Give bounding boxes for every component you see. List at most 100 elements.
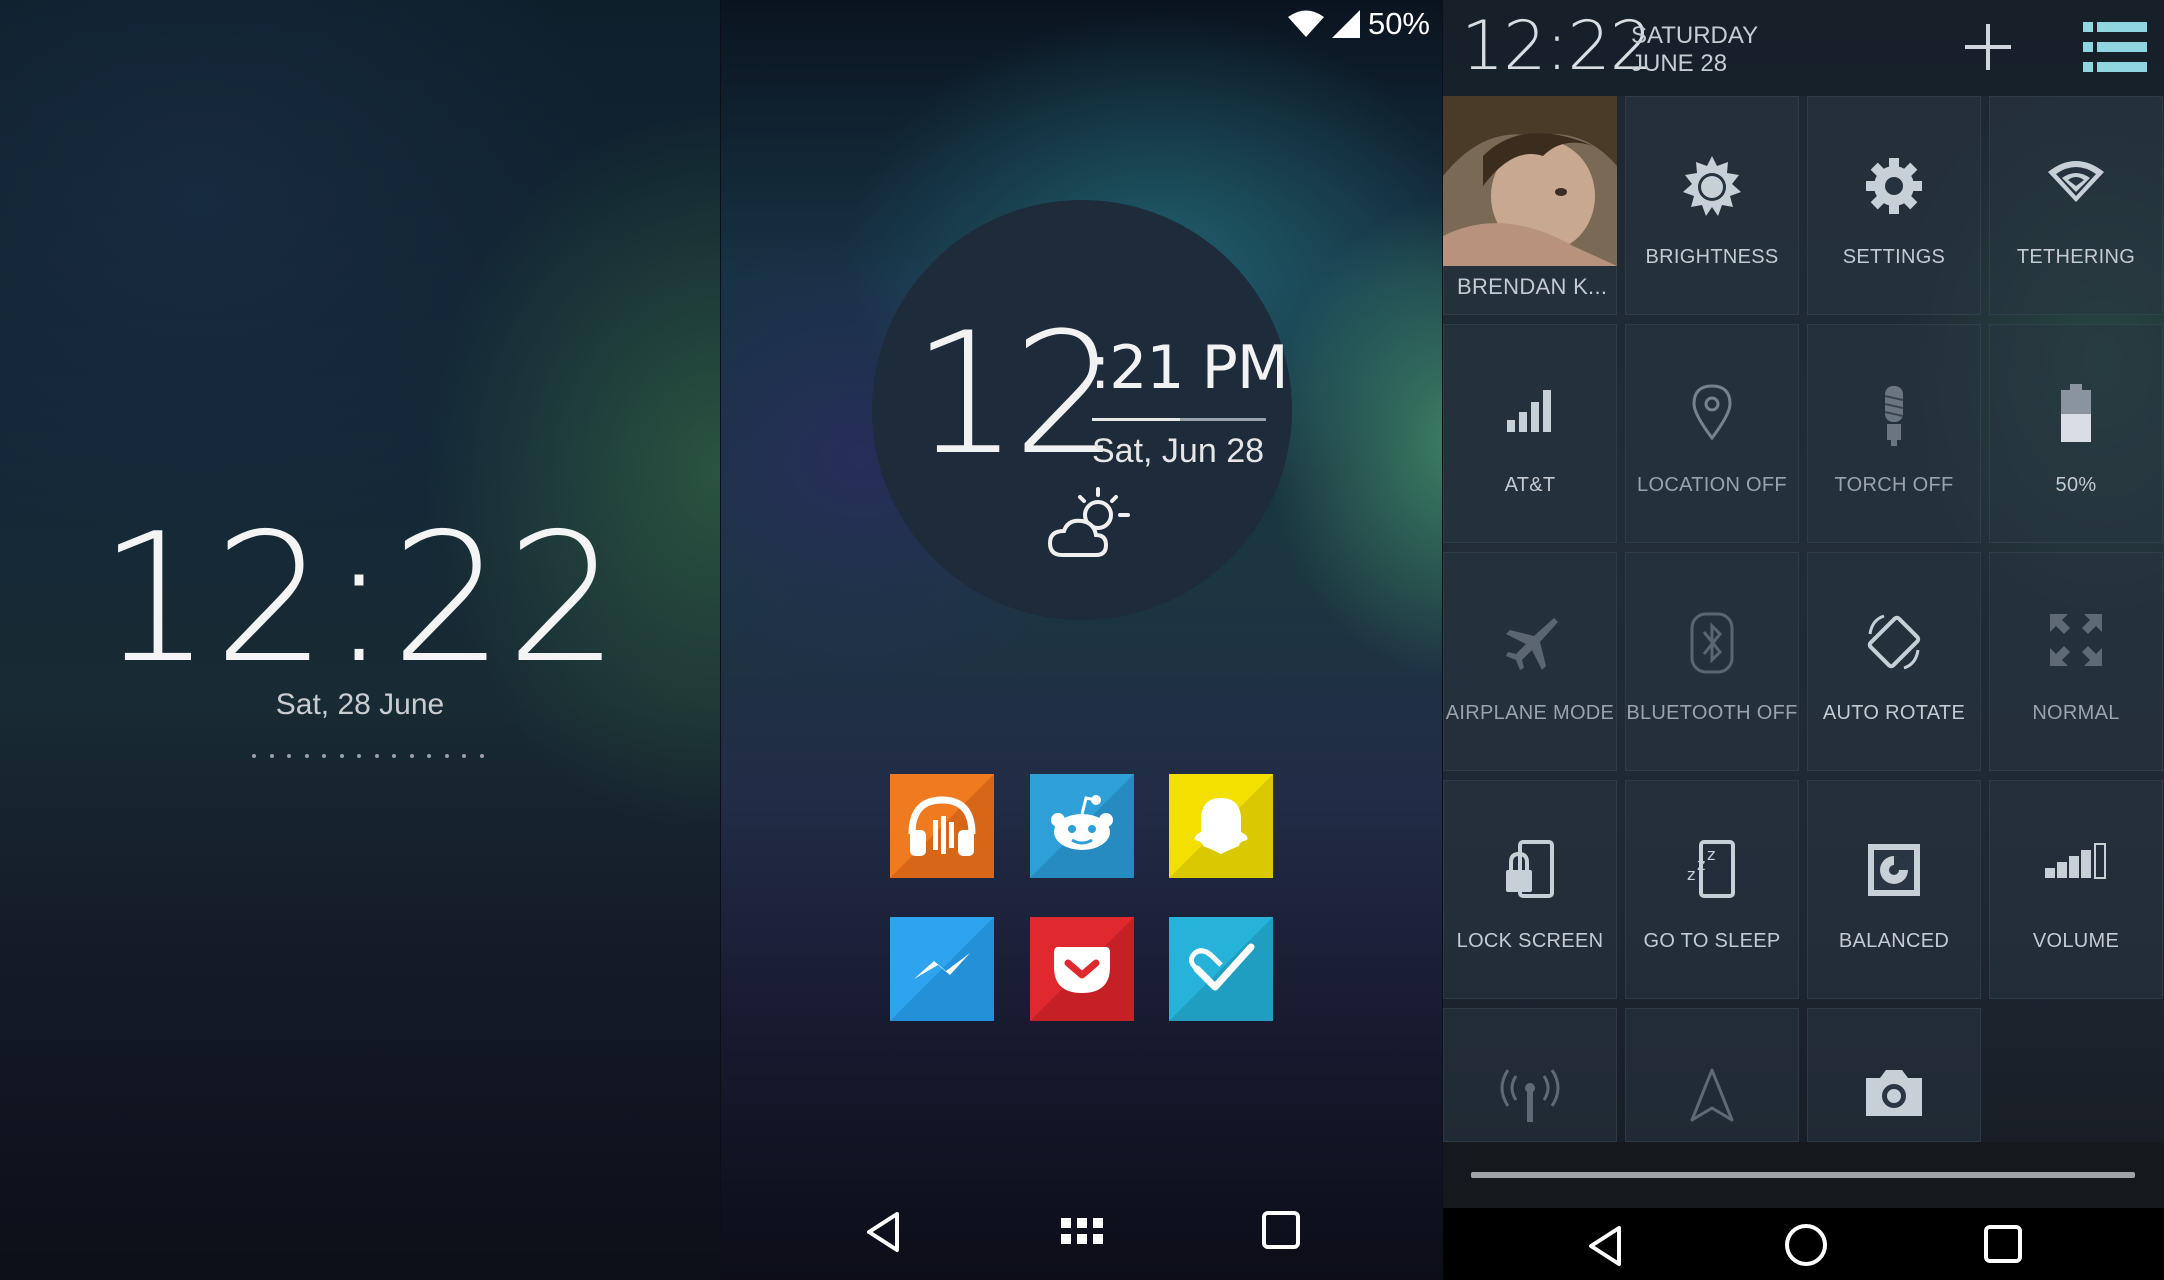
qs-clock: 12:22 (1461, 7, 1653, 86)
unlock-pattern-dots[interactable] (252, 754, 484, 758)
tile-label: SETTINGS (1842, 246, 1946, 268)
quick-settings-panel: 12:22 SATURDAY JUNE 28 BRENDAN K... BRIG… (1443, 0, 2164, 1280)
tile-balanced[interactable]: BALANCED (1807, 780, 1981, 999)
recents-icon[interactable] (1261, 1210, 1301, 1250)
add-icon[interactable] (1963, 22, 2013, 72)
tile-torch[interactable]: TORCH OFF (1807, 324, 1981, 543)
battery-percent: 50% (1367, 6, 1430, 41)
svg-text:z: z (1687, 865, 1695, 884)
svg-text:z: z (1707, 845, 1715, 864)
tile-tethering[interactable]: TETHERING (1989, 96, 2163, 315)
ghost-icon (1169, 774, 1273, 878)
partly-cloudy-icon (1048, 487, 1130, 557)
qs-date-label: JUNE 28 (1631, 49, 1728, 77)
clock-widget[interactable]: 12 :21 PM Sat, Jun 28 (872, 200, 1292, 620)
tile-label: GO TO SLEEP (1643, 930, 1781, 952)
recents-icon[interactable] (1983, 1224, 2023, 1264)
checkmark-icon (1169, 917, 1273, 1021)
brightness-icon (1683, 156, 1741, 216)
tile-normal[interactable]: NORMAL (1989, 552, 2163, 771)
tile-label: AIRPLANE MODE (1445, 702, 1615, 724)
avatar (1443, 96, 1617, 266)
clock-date: Sat, Jun 28 (1092, 432, 1265, 470)
location-pin-icon (1692, 384, 1732, 440)
clock-divider-fill (1092, 418, 1180, 421)
list-icon[interactable] (2083, 22, 2147, 74)
lock-clock: 12:22 (98, 495, 622, 702)
status-bar: 50% (1287, 6, 1430, 42)
app-icon-pocket[interactable] (1030, 917, 1134, 1021)
lock-icon (1506, 840, 1554, 898)
app-icon-messenger[interactable] (890, 917, 994, 1021)
tile-profile[interactable]: BRENDAN K... (1443, 96, 1617, 315)
tile-lock-screen[interactable]: LOCK SCREEN (1443, 780, 1617, 999)
tile-label: BRIGHTNESS (1645, 246, 1779, 268)
qs-day-label: SATURDAY (1631, 22, 1759, 49)
rotate-icon (1867, 614, 1921, 670)
clock-minutes: :21 PM (1090, 333, 1289, 403)
tile-label: TETHERING (2016, 246, 2136, 268)
tile-label: AT&T (1504, 474, 1556, 496)
tile-label: BLUETOOTH OFF (1626, 702, 1798, 724)
app-icon-reddit[interactable] (1030, 774, 1134, 878)
signal-icon (1331, 10, 1360, 38)
camera-icon (1866, 1070, 1922, 1116)
nav-bar (1443, 1208, 2164, 1280)
bluetooth-icon (1690, 612, 1734, 674)
tile-label: BALANCED (1838, 930, 1950, 952)
back-icon[interactable] (1585, 1224, 1625, 1268)
tile-airplane[interactable]: AIRPLANE MODE (1443, 552, 1617, 771)
reddit-alien-icon (1030, 774, 1134, 878)
cpu-icon (1868, 844, 1920, 896)
app-icon-play-music[interactable] (890, 774, 994, 878)
tile-navigation[interactable] (1625, 1008, 1799, 1142)
tile-volume[interactable]: VOLUME (1989, 780, 2163, 999)
tile-label: LOCK SCREEN (1456, 930, 1604, 952)
messenger-icon (890, 917, 994, 1021)
tile-label: NORMAL (2032, 702, 2120, 724)
home-screen: 50% 12 :21 PM Sat, Jun 28 (721, 0, 1442, 1280)
sleep-icon: z z z (1687, 840, 1735, 898)
qs-handle-bar[interactable] (1443, 1142, 2164, 1208)
expand-icon (2050, 614, 2102, 666)
battery-icon (2061, 384, 2091, 442)
tile-bluetooth[interactable]: BLUETOOTH OFF (1625, 552, 1799, 771)
tile-settings[interactable]: SETTINGS (1807, 96, 1981, 315)
navigation-arrow-icon (1690, 1068, 1734, 1122)
qs-date: SATURDAY JUNE 28 (1631, 22, 1758, 77)
wifi-icon (1287, 10, 1324, 37)
headphones-icon (890, 774, 994, 878)
tile-camera[interactable] (1807, 1008, 1981, 1142)
qs-header: 12:22 SATURDAY JUNE 28 (1443, 0, 2164, 96)
app-drawer-icon[interactable] (1061, 1218, 1105, 1248)
home-icon[interactable] (1783, 1222, 1829, 1268)
tile-location[interactable]: LOCATION OFF (1625, 324, 1799, 543)
tile-label: TORCH OFF (1834, 474, 1954, 496)
lock-date: Sat, 28 June (275, 688, 445, 721)
wifi-hotspot-icon (2048, 161, 2104, 202)
bulb-icon (1884, 386, 1904, 446)
tile-label: AUTO ROTATE (1822, 702, 1966, 724)
antenna-icon (1500, 1069, 1560, 1122)
app-icon-tasks[interactable] (1169, 917, 1273, 1021)
back-icon[interactable] (863, 1210, 903, 1254)
svg-text:z: z (1697, 855, 1705, 874)
tile-antenna[interactable] (1443, 1008, 1617, 1142)
lock-screen: 12:22 Sat, 28 June (0, 0, 720, 1280)
airplane-icon (1506, 618, 1558, 670)
gear-icon (1866, 158, 1922, 214)
volume-bars-icon (2045, 843, 2106, 879)
tile-label: VOLUME (2032, 930, 2120, 952)
clock-hour: 12 (912, 296, 1120, 492)
tile-label: LOCATION OFF (1637, 474, 1787, 496)
nav-bar (721, 1190, 1442, 1280)
qs-drag-handle[interactable] (1471, 1172, 2135, 1178)
tile-auto-rotate[interactable]: AUTO ROTATE (1807, 552, 1981, 771)
tile-battery[interactable]: 50% (1989, 324, 2163, 543)
app-icon-snapchat[interactable] (1169, 774, 1273, 878)
tile-go-to-sleep[interactable]: z z z GO TO SLEEP (1625, 780, 1799, 999)
tile-carrier[interactable]: AT&T (1443, 324, 1617, 543)
tile-brightness[interactable]: BRIGHTNESS (1625, 96, 1799, 315)
signal-icon (1507, 390, 1551, 432)
tile-label: BRENDAN K... (1457, 274, 1608, 299)
